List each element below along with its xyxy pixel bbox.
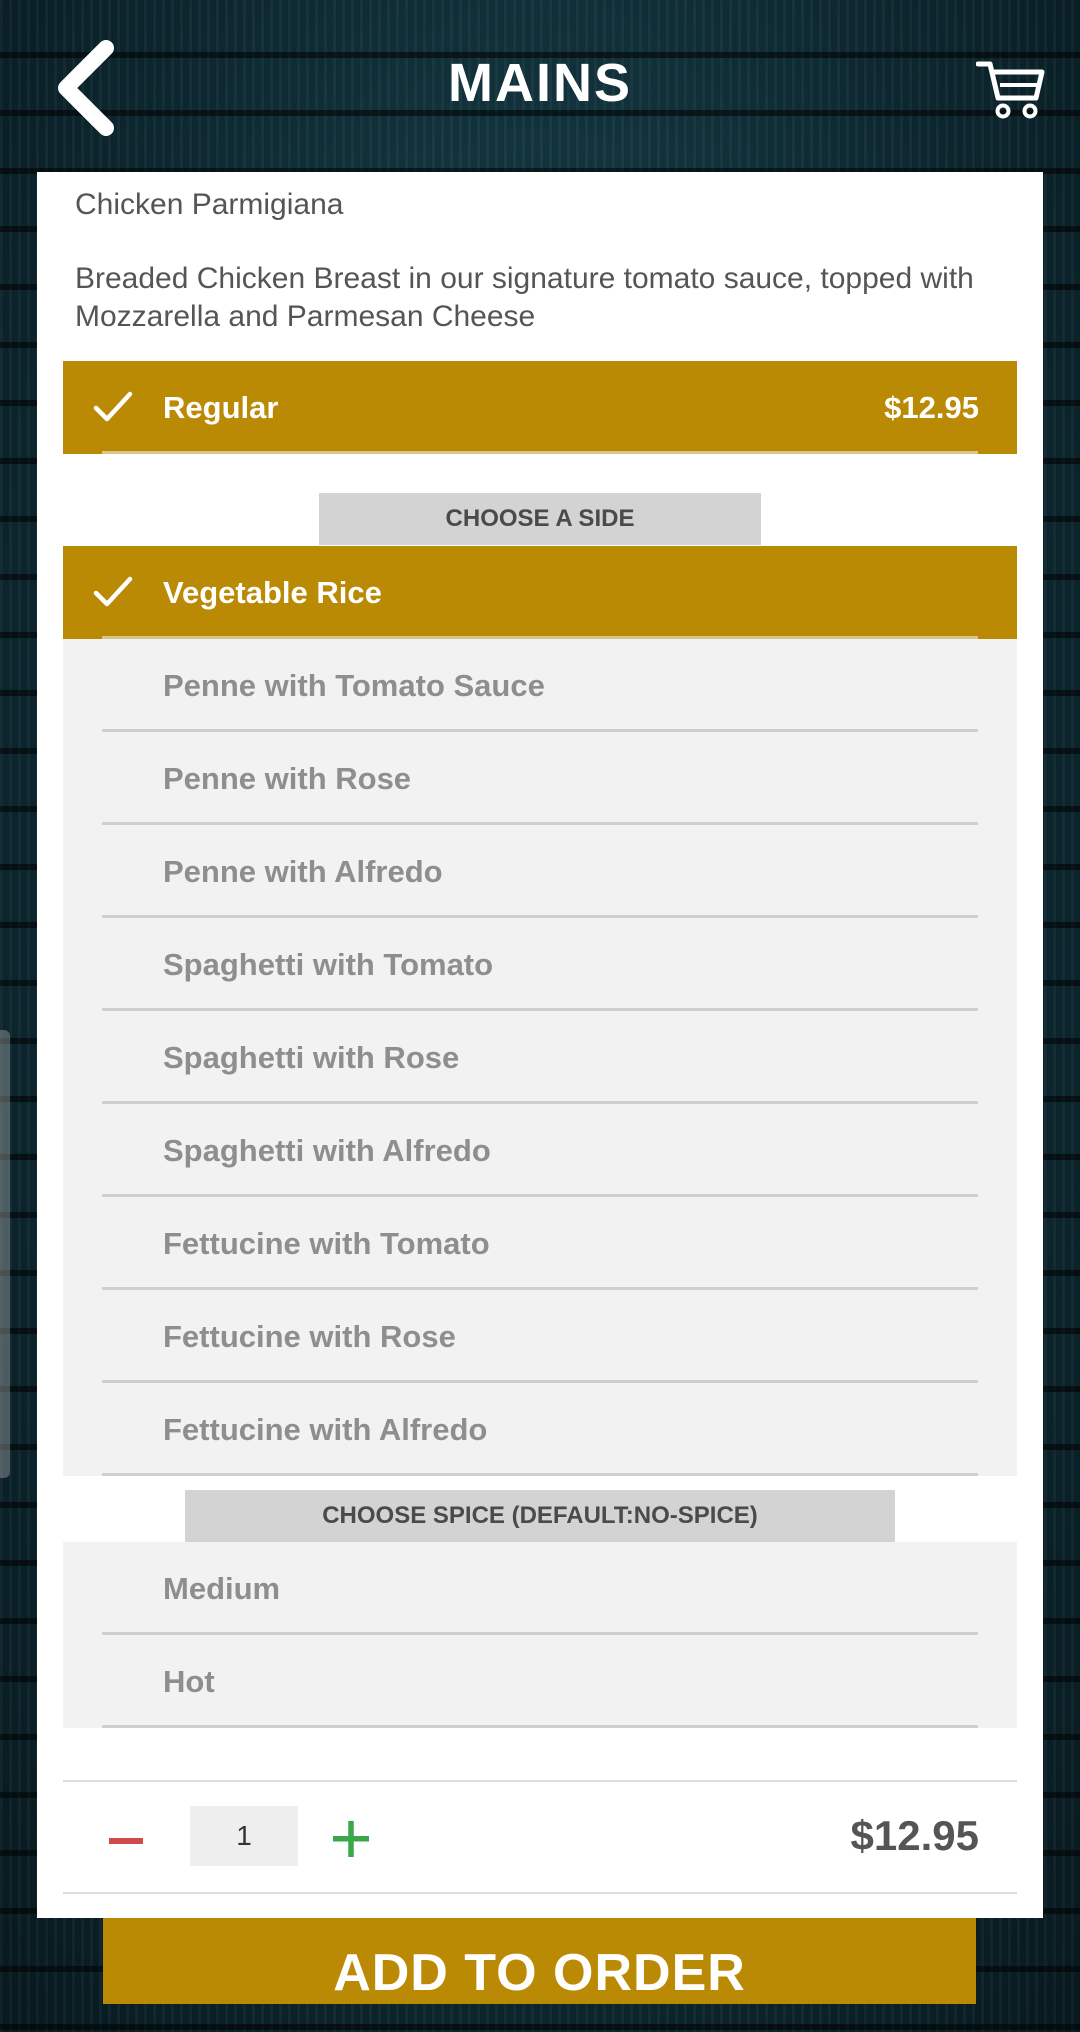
- quantity-value[interactable]: 1: [190, 1806, 298, 1866]
- side-option-label: Fettucine with Tomato: [163, 1226, 490, 1261]
- option-divider: [102, 1473, 978, 1476]
- spice-section-header: CHOOSE SPICE (DEFAULT:NO-SPICE): [185, 1490, 895, 1542]
- side-option-fettucine-alfredo[interactable]: Fettucine with Alfredo: [63, 1383, 1017, 1476]
- size-option-label: Regular: [163, 390, 279, 425]
- side-option-label: Penne with Tomato Sauce: [163, 668, 545, 703]
- spice-option-hot[interactable]: Hot: [63, 1635, 1017, 1728]
- increase-quantity-button[interactable]: [331, 1819, 371, 1859]
- side-option-label: Fettucine with Rose: [163, 1319, 456, 1354]
- size-option-regular[interactable]: Regular $12.95: [63, 361, 1017, 454]
- side-option-label: Spaghetti with Tomato: [163, 947, 494, 982]
- quantity-top-divider: [63, 1780, 1017, 1782]
- side-option-spaghetti-tomato[interactable]: Spaghetti with Tomato: [63, 918, 1017, 1011]
- spice-option-medium[interactable]: Medium: [63, 1542, 1017, 1635]
- side-option-label: Spaghetti with Alfredo: [163, 1133, 491, 1168]
- side-option-penne-alfredo[interactable]: Penne with Alfredo: [63, 825, 1017, 918]
- page-title: MAINS: [448, 53, 632, 113]
- side-option-penne-rose[interactable]: Penne with Rose: [63, 732, 1017, 825]
- side-option-label: Spaghetti with Rose: [163, 1040, 460, 1075]
- add-to-order-button[interactable]: ADD TO ORDER: [103, 1918, 976, 2004]
- minus-icon: [109, 1838, 143, 1844]
- side-option-fettucine-rose[interactable]: Fettucine with Rose: [63, 1290, 1017, 1383]
- item-description: Breaded Chicken Breast in our signature …: [75, 262, 974, 333]
- checkmark-icon: [93, 576, 133, 607]
- quantity-bottom-divider: [63, 1892, 1017, 1894]
- side-section-header: CHOOSE A SIDE: [319, 493, 761, 545]
- app-header: MAINS: [0, 0, 1080, 172]
- spice-option-label: Hot: [163, 1664, 215, 1699]
- order-total: $12.95: [850, 1812, 979, 1859]
- side-option-penne-tomato[interactable]: Penne with Tomato Sauce: [63, 639, 1017, 732]
- item-name: Chicken Parmigiana: [75, 188, 344, 221]
- side-option-label: Penne with Rose: [163, 761, 412, 796]
- side-option-label: Penne with Alfredo: [163, 854, 443, 889]
- checkmark-icon: [93, 391, 133, 422]
- plus-icon: [333, 1821, 369, 1857]
- side-option-fettucine-tomato[interactable]: Fettucine with Tomato: [63, 1197, 1017, 1290]
- size-option-price: $12.95: [884, 390, 979, 425]
- cart-button[interactable]: [975, 58, 1046, 122]
- option-divider: [102, 451, 978, 454]
- edge-drawer-handle[interactable]: [0, 1030, 10, 1478]
- shopping-cart-icon: [975, 61, 1045, 119]
- item-card: Chicken Parmigiana Breaded Chicken Breas…: [37, 172, 1043, 1918]
- side-option-vegetable-rice[interactable]: Vegetable Rice: [63, 546, 1017, 639]
- side-option-spaghetti-alfredo[interactable]: Spaghetti with Alfredo: [63, 1104, 1017, 1197]
- option-divider: [102, 1725, 978, 1728]
- side-option-spaghetti-rose[interactable]: Spaghetti with Rose: [63, 1011, 1017, 1104]
- side-option-label: Fettucine with Alfredo: [163, 1412, 488, 1447]
- side-option-label: Vegetable Rice: [163, 575, 382, 610]
- spice-option-label: Medium: [163, 1571, 281, 1606]
- decrease-quantity-button[interactable]: [107, 1822, 145, 1860]
